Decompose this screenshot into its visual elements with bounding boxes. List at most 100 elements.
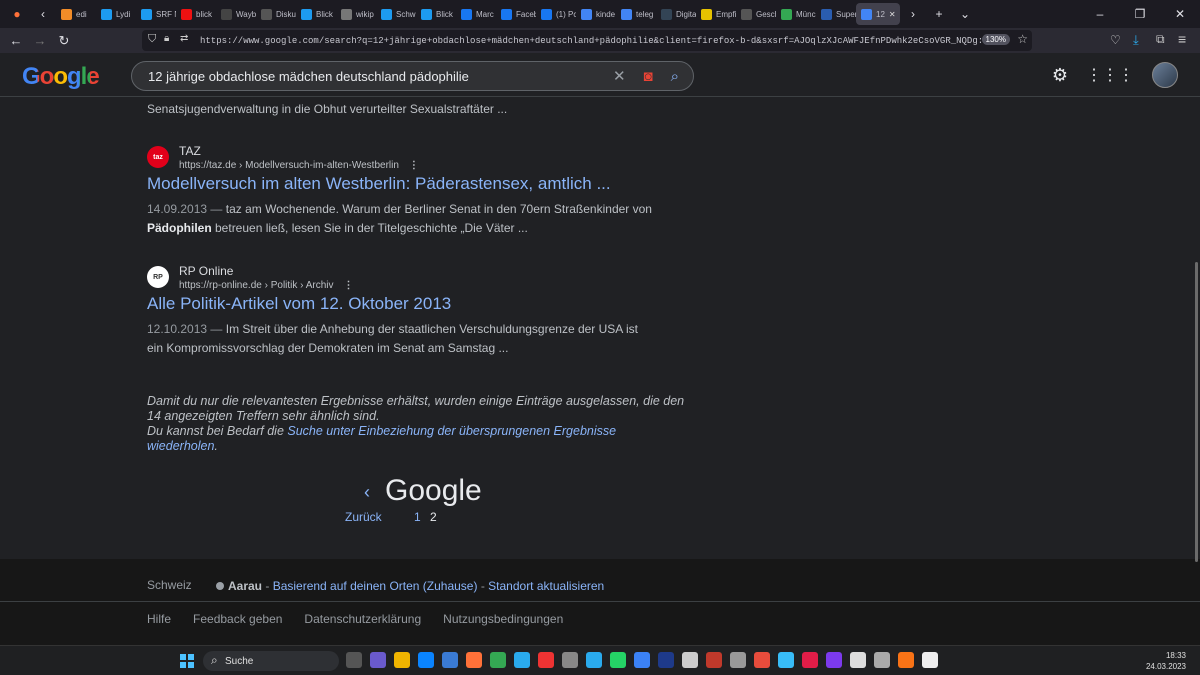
taskbar-app-icon[interactable] — [730, 652, 746, 668]
result-title-link[interactable]: Alle Politik-Artikel vom 12. Oktober 201… — [147, 294, 451, 314]
result-site-name[interactable]: RP Online — [179, 264, 233, 278]
previous-page-link[interactable]: Zurück — [345, 510, 382, 524]
shield-icon[interactable]: ⛉ — [148, 33, 156, 46]
browser-tab[interactable]: Blick — [296, 0, 336, 28]
taskbar-app-icon[interactable] — [442, 652, 458, 668]
footer-link-help[interactable]: Hilfe — [147, 612, 171, 626]
browser-tab[interactable]: teleg — [616, 0, 656, 28]
google-doodle-logo[interactable]: Google — [22, 63, 100, 91]
browser-tab[interactable]: Faceb — [496, 0, 536, 28]
taskbar-app-icon[interactable] — [898, 652, 914, 668]
download-icon[interactable]: ⤓ — [1133, 32, 1139, 48]
menu-icon[interactable]: ≡ — [1178, 31, 1186, 47]
search-input[interactable]: 12 jährige obdachlose mädchen deutschlan… — [131, 61, 694, 91]
footer-link-terms[interactable]: Nutzungsbedingungen — [443, 612, 563, 626]
address-bar[interactable]: ⛉ 🔒︎ ⇄ https://www.google.com/search?q=1… — [142, 30, 1032, 51]
taskbar-app-icon[interactable] — [346, 652, 362, 668]
taskbar-app-icon[interactable] — [610, 652, 626, 668]
close-tab-icon[interactable]: ✕ — [889, 10, 896, 19]
new-tab-button[interactable]: + — [926, 0, 952, 28]
browser-tab[interactable]: (1) Pc — [536, 0, 576, 28]
extensions-icon[interactable]: ⧉ — [1156, 32, 1165, 47]
taskbar-app-icon[interactable] — [682, 652, 698, 668]
camera-lens-icon[interactable]: ◙ — [644, 68, 653, 85]
footer-links: Hilfe Feedback geben Datenschutzerklärun… — [147, 612, 563, 626]
more-options-icon[interactable]: ⋮ — [409, 160, 419, 171]
taskbar-app-icon[interactable] — [802, 652, 818, 668]
taskbar-app-icon[interactable] — [586, 652, 602, 668]
url-text[interactable]: https://www.google.com/search?q=12+jähri… — [200, 36, 990, 46]
chevron-left-icon[interactable]: ‹ — [364, 482, 370, 503]
browser-tab[interactable]: blick — [176, 0, 216, 28]
location-source-link[interactable]: Basierend auf deinen Orten (Zuhause) — [273, 579, 478, 593]
clear-icon[interactable]: ✕ — [613, 67, 626, 85]
close-window-button[interactable]: ✕ — [1160, 0, 1200, 28]
taskbar-app-icon[interactable] — [370, 652, 386, 668]
browser-tab[interactable]: Münc — [776, 0, 816, 28]
taskbar-app-icon[interactable] — [466, 652, 482, 668]
tab-scroll-left-button[interactable]: ‹ — [30, 0, 56, 28]
taskbar-search-input[interactable]: Suche — [203, 651, 339, 671]
search-icon[interactable]: ⌕ — [671, 68, 679, 85]
firefox-icon[interactable]: ● — [4, 0, 30, 28]
apps-grid-icon[interactable]: ⋮⋮⋮ — [1086, 65, 1134, 85]
browser-tab[interactable]: edi — [56, 0, 96, 28]
minimize-button[interactable]: – — [1080, 0, 1120, 28]
taskbar-app-icon[interactable] — [706, 652, 722, 668]
forward-arrow-icon[interactable]: → — [28, 29, 52, 53]
permissions-icon[interactable]: ⇄ — [180, 33, 188, 44]
maximize-button[interactable]: ❐ — [1120, 0, 1160, 28]
taskbar-app-icon[interactable] — [778, 652, 794, 668]
browser-tab[interactable]: kinde — [576, 0, 616, 28]
taskbar-app-icon[interactable] — [490, 652, 506, 668]
settings-gear-icon[interactable]: ⚙ — [1052, 65, 1068, 86]
update-location-link[interactable]: Standort aktualisieren — [488, 579, 604, 593]
taskbar-app-icon[interactable] — [394, 652, 410, 668]
browser-tab[interactable]: Gesch — [736, 0, 776, 28]
taskbar-app-icon[interactable] — [538, 652, 554, 668]
taskbar-app-icon[interactable] — [418, 652, 434, 668]
taskbar-app-icon[interactable] — [562, 652, 578, 668]
reload-icon[interactable]: ↻ — [52, 29, 76, 53]
tab-scroll-right-button[interactable]: › — [900, 0, 926, 28]
result-title-link[interactable]: Modellversuch im alten Westberlin: Päder… — [147, 174, 611, 194]
taskbar-app-icon[interactable] — [850, 652, 866, 668]
more-options-icon[interactable]: ⋮ — [344, 280, 354, 291]
result-url[interactable]: https://rp-online.de › Politik › Archiv ⋮ — [179, 280, 354, 291]
browser-tab[interactable]: SRF N — [136, 0, 176, 28]
search-query[interactable]: 12 jährige obdachlose mädchen deutschlan… — [148, 69, 469, 84]
lock-icon[interactable]: 🔒︎ — [164, 33, 169, 44]
browser-tab[interactable]: Super — [816, 0, 856, 28]
browser-tab[interactable]: Empfi — [696, 0, 736, 28]
taskbar-app-icon[interactable] — [874, 652, 890, 668]
zoom-badge[interactable]: 130% — [981, 34, 1010, 45]
browser-tab[interactable]: Marc — [456, 0, 496, 28]
browser-tab[interactable]: Blick — [416, 0, 456, 28]
taskbar-app-icon[interactable] — [826, 652, 842, 668]
browser-tab[interactable]: wikip — [336, 0, 376, 28]
taskbar-app-icon[interactable] — [634, 652, 650, 668]
browser-tab[interactable]: Lydi — [96, 0, 136, 28]
taskbar-app-icon[interactable] — [658, 652, 674, 668]
taskbar-app-icon[interactable] — [514, 652, 530, 668]
browser-tab[interactable]: Disku — [256, 0, 296, 28]
browser-tab[interactable]: 12 ✕ — [856, 3, 900, 25]
result-url[interactable]: https://taz.de › Modellversuch-im-alten-… — [179, 160, 419, 171]
pocket-icon[interactable]: ♡ — [1110, 33, 1121, 47]
browser-tab[interactable]: Wayb — [216, 0, 256, 28]
bookmark-star-icon[interactable]: ☆ — [1017, 32, 1028, 46]
browser-tab[interactable]: Digita — [656, 0, 696, 28]
windows-start-icon[interactable] — [180, 654, 194, 668]
tab-list-chevron-icon[interactable]: ⌄ — [952, 0, 978, 28]
browser-tab[interactable]: Schw — [376, 0, 416, 28]
footer-link-feedback[interactable]: Feedback geben — [193, 612, 282, 626]
taskbar-app-icon[interactable] — [754, 652, 770, 668]
back-arrow-icon[interactable]: ← — [4, 29, 28, 53]
page-link-1[interactable]: 1 — [414, 510, 421, 524]
footer-link-privacy[interactable]: Datenschutzerklärung — [304, 612, 421, 626]
page-scrollbar[interactable] — [1195, 262, 1198, 562]
taskbar-app-icon[interactable] — [922, 652, 938, 668]
taskbar-clock[interactable]: 18:33 24.03.2023 — [1146, 650, 1186, 672]
result-site-name[interactable]: TAZ — [179, 144, 201, 158]
avatar[interactable] — [1152, 62, 1178, 88]
